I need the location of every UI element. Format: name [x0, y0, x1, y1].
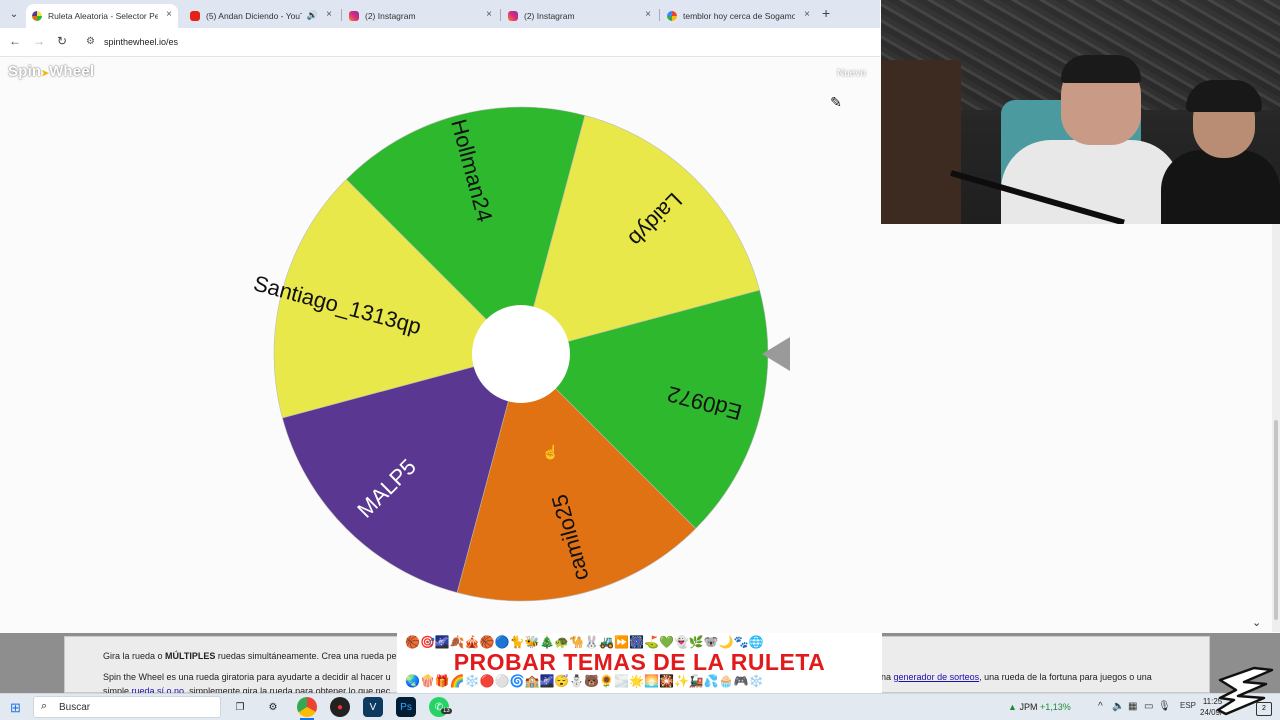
widgets-icon[interactable]: ⚙: [263, 697, 283, 717]
microphone-icon[interactable]: 🎙: [1158, 701, 1171, 712]
chrome-icon[interactable]: [297, 697, 317, 717]
person-right-cap: [1186, 80, 1262, 112]
language-indicator[interactable]: ESP: [1180, 701, 1196, 710]
tray-chevron-up-icon[interactable]: ^: [1098, 701, 1103, 712]
shelf: [881, 60, 961, 224]
vegas-icon[interactable]: V: [363, 697, 383, 717]
hand-cursor-icon: ☝: [542, 444, 560, 460]
description-line-2-right: na generador de sorteos, una rueda de la…: [881, 672, 1152, 682]
windows-taskbar: ⊞ ⌕ Buscar ❐ ⚙ ● V Ps ✆ 13 ▲ JPM +1,13% …: [0, 693, 1280, 720]
stock-ticker: JPM: [1019, 702, 1038, 712]
emoji-row-bottom: 🌏🍿🎁🌈❄️🔴⚪🌀🏫🌌😴⛄🐻🌻🌫️🌟🌅🎇✨🚂💦🧁🎮❄️: [405, 674, 764, 688]
network-icon[interactable]: ▦: [1128, 701, 1137, 712]
desc-text: , una rueda de la fortuna para juegos o …: [979, 672, 1152, 682]
spin-wheel[interactable]: Ed0972camilo25MALP5Santiago_1313qpHollma…: [0, 0, 880, 633]
task-view-icon[interactable]: ❐: [230, 697, 250, 717]
desc-bold: MÚLTIPLES: [165, 651, 216, 661]
stock-widget[interactable]: ▲ JPM +1,13%: [1008, 702, 1071, 712]
windows-start-icon[interactable]: ⊞: [10, 700, 21, 716]
desc-text: Spin the Wheel es una rueda giratoria pa…: [103, 672, 391, 682]
desc-text: Gira la rueda o: [103, 651, 166, 661]
speaker-icon[interactable]: 🔈: [1112, 701, 1124, 712]
banner-title[interactable]: PROBAR TEMAS DE LA RULETA: [397, 649, 882, 676]
generador-de-sorteos-link[interactable]: generador de sorteos: [894, 672, 980, 682]
emoji-row-top: 🏀🎯🌌🍂🎪🏀🔵🐈🐝🎄🐢🐪🐰🚜⏩🎆⛳💚👻🌿🐨🌙🐾🌐: [405, 635, 764, 649]
wheel-center-hub[interactable]: [472, 305, 570, 403]
taskbar-search-box[interactable]: ⌕ Buscar: [33, 696, 221, 718]
description-line-1: Gira la rueda o MÚLTIPLES ruedas simultá…: [103, 651, 397, 661]
desc-text: na: [881, 672, 892, 682]
description-line-2: Spin the Wheel es una rueda giratoria pa…: [103, 672, 391, 682]
search-icon: ⌕: [41, 700, 48, 712]
themes-banner[interactable]: 🏀🎯🌌🍂🎪🏀🔵🐈🐝🎄🐢🐪🐰🚜⏩🎆⛳💚👻🌿🐨🌙🐾🌐 PROBAR TEMAS DE…: [397, 633, 882, 693]
person-left-hair: [1061, 55, 1141, 83]
person-right-shirt: [1161, 150, 1280, 224]
obs-icon[interactable]: ●: [330, 697, 350, 717]
stock-trend-icon: ▲: [1008, 702, 1017, 712]
stock-change: +1,13%: [1039, 702, 1071, 712]
scroll-down-chevron-icon[interactable]: ⌄: [1252, 616, 1261, 629]
photoshop-icon[interactable]: Ps: [396, 697, 416, 717]
whatsapp-badge: 13: [441, 708, 452, 714]
webcam-overlay: [881, 0, 1280, 224]
streamer-logo-watermark: [1216, 666, 1274, 716]
search-label: Buscar: [59, 702, 91, 713]
desc-text: ruedas simultáneamente. Crea una rueda p…: [215, 651, 397, 661]
display-icon[interactable]: ▭: [1144, 701, 1153, 712]
whatsapp-icon[interactable]: ✆: [429, 697, 449, 717]
scrollbar-thumb[interactable]: [1274, 420, 1278, 620]
